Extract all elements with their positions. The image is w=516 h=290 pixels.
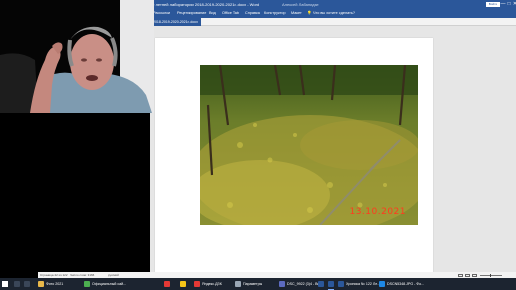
ribbon-tabs: Рассылки Рецензирование Вид Office Tab С… <box>150 9 516 19</box>
word-icon <box>338 281 344 287</box>
taskbar-item-label: Фото 2021 <box>46 282 64 286</box>
search-icon[interactable] <box>14 281 20 287</box>
tab-view[interactable]: Вид <box>209 9 216 18</box>
photo-date-stamp: 13.10.2021 <box>349 207 406 217</box>
photos-icon <box>379 281 385 287</box>
tab-layout[interactable]: Макет <box>291 9 302 18</box>
yandex-icon <box>180 281 186 287</box>
print-layout-icon[interactable] <box>465 273 470 277</box>
window-title: ие летней лаборатории 2018-2019-2020-202… <box>150 2 260 7</box>
orchard-photo <box>200 65 418 225</box>
word-icon <box>318 281 324 287</box>
close-button[interactable]: ✕ <box>512 0 516 9</box>
yandex-browser-icon <box>194 281 200 287</box>
presenter-video <box>0 0 154 113</box>
windows-start-icon[interactable] <box>2 281 8 287</box>
taskbar-item-label: Яндекс.ДЗК <box>202 282 222 286</box>
taskbar-item-label: Официальный сай... <box>92 282 127 286</box>
lightbulb-icon: 💡 <box>307 11 312 15</box>
read-mode-icon[interactable] <box>458 273 463 277</box>
document-page[interactable]: 13.10.2021 <box>155 38 433 272</box>
webcam-overlay <box>0 0 154 113</box>
document-tab-bar: 2018-2019-2020-2021г..docx <box>150 18 516 26</box>
taskbar-item-label: DSC_9922 (3)4 - Вк... <box>287 282 323 286</box>
opera-icon <box>164 281 170 287</box>
chrome-icon <box>84 281 90 287</box>
word-window: ие летней лаборатории 2018-2019-2020-202… <box>150 0 516 272</box>
taskbar-item-label: Хроника № 122 Ле... <box>346 282 381 286</box>
user-name[interactable]: Алексей Лабанидзе <box>282 0 319 9</box>
taskbar-item-label: Параметры <box>243 282 263 286</box>
embedded-photo[interactable]: 13.10.2021 <box>200 65 418 225</box>
camera-icon <box>279 281 285 287</box>
tab-review[interactable]: Рецензирование <box>177 9 206 18</box>
zoom-slider-knob[interactable] <box>489 273 492 277</box>
signin-button[interactable]: Войти <box>486 2 500 7</box>
windows-taskbar: Фото 2021 Официальный сай... Яндекс.ДЗК … <box>0 278 516 290</box>
task-view-icon[interactable] <box>24 281 30 287</box>
taskbar-item-label: DSCN5348.JPG - Фо... <box>387 282 425 286</box>
document-tab[interactable]: 2018-2019-2020-2021г..docx <box>150 18 201 26</box>
word-icon <box>328 281 334 287</box>
tab-mailings[interactable]: Рассылки <box>153 9 170 18</box>
folder-icon <box>38 281 44 287</box>
tell-me-search[interactable]: Что вы хотите сделать? <box>313 9 355 18</box>
gear-icon <box>235 281 241 287</box>
web-layout-icon[interactable] <box>472 273 477 277</box>
title-bar: ие летней лаборатории 2018-2019-2020-202… <box>150 0 516 9</box>
tab-office-tab[interactable]: Office Tab <box>222 9 239 18</box>
tab-help[interactable]: Справка <box>245 9 260 18</box>
